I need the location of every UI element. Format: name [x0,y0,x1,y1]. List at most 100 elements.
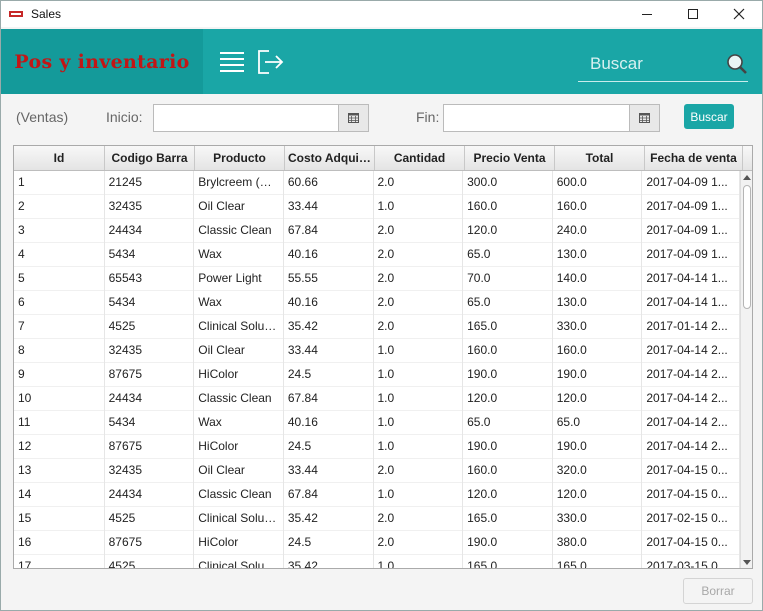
cell-producto: Wax [194,291,284,315]
vertical-scrollbar[interactable] [740,171,752,568]
scrollbar-thumb[interactable] [743,185,751,309]
cell-precio-venta: 190.0 [463,531,553,555]
cell-cantidad: 2.0 [374,291,464,315]
cell-precio-venta: 70.0 [463,267,553,291]
cell-fecha-venta: 2017-04-14 2... [642,411,740,435]
table-row[interactable]: 5 65543 Power Light 55.55 2.0 70.0 140.0 2017-0… [14,267,740,291]
delete-button[interactable]: Borrar [683,578,753,604]
cell-cantidad: 1.0 [374,555,464,568]
table-row[interactable]: 1 21245 Brylcreem (Red) 60.66 2.0 300.0 600.0 2… [14,171,740,195]
cell-total: 380.0 [553,531,643,555]
table-row[interactable]: 10 24434 Classic Clean 67.84 1.0 120.0 120.0 20… [14,387,740,411]
cell-precio-venta: 65.0 [463,411,553,435]
cell-total: 190.0 [553,435,643,459]
cell-codigo-barra: 4525 [105,315,195,339]
cell-fecha-venta: 2017-03-15 0... [642,555,740,568]
cell-id: 16 [14,531,105,555]
cell-producto: Brylcreem (Red) [194,171,284,195]
close-button[interactable] [716,1,762,27]
table-row[interactable]: 13 32435 Oil Clear 33.44 2.0 160.0 320.0 2017-0… [14,459,740,483]
cell-codigo-barra: 87675 [105,435,195,459]
cell-producto: Wax [194,411,284,435]
cell-total: 120.0 [553,483,643,507]
cell-codigo-barra: 24434 [105,219,195,243]
column-header-cantidad[interactable]: Cantidad [375,146,465,170]
cell-codigo-barra: 32435 [105,339,195,363]
hamburger-menu-icon[interactable] [219,49,245,75]
start-calendar-button[interactable] [338,105,368,131]
scroll-down-arrow-icon[interactable] [743,560,751,565]
table-row[interactable]: 6 5434 Wax 40.16 2.0 65.0 130.0 2017-04-14 1... [14,291,740,315]
cell-total: 165.0 [553,555,643,568]
table-row[interactable]: 11 5434 Wax 40.16 1.0 65.0 65.0 2017-04-14 2... [14,411,740,435]
table-row[interactable]: 8 32435 Oil Clear 33.44 1.0 160.0 160.0 2017-04… [14,339,740,363]
end-date-label: Fin: [416,109,440,125]
table-row[interactable]: 15 4525 Clinical Soluti... 35.42 2.0 165.0 330… [14,507,740,531]
close-icon [733,8,745,20]
column-header-costo-adquisicion[interactable]: Costo Adquis... [285,146,375,170]
cell-total: 330.0 [553,315,643,339]
table-row[interactable]: 16 87675 HiColor 24.5 2.0 190.0 380.0 2017-04-1… [14,531,740,555]
cell-total: 190.0 [553,363,643,387]
cell-costo-adquisicion: 55.55 [284,267,374,291]
cell-id: 8 [14,339,105,363]
cell-costo-adquisicion: 33.44 [284,339,374,363]
cell-codigo-barra: 5434 [105,291,195,315]
minimize-button[interactable] [624,1,670,27]
cell-costo-adquisicion: 24.5 [284,531,374,555]
cell-fecha-venta: 2017-04-14 2... [642,387,740,411]
column-header-fecha-venta[interactable]: Fecha de venta [645,146,743,170]
minimize-icon [642,14,652,15]
table-row[interactable]: 7 4525 Clinical Soluti... 35.42 2.0 165.0 330.… [14,315,740,339]
cell-total: 160.0 [553,339,643,363]
column-header-codigo-barra[interactable]: Codigo Barra [105,146,195,170]
column-header-id[interactable]: Id [14,146,105,170]
cell-id: 11 [14,411,105,435]
search-input[interactable] [578,51,732,77]
cell-total: 120.0 [553,387,643,411]
table-body: 1 21245 Brylcreem (Red) 60.66 2.0 300.0 600.0 2… [14,171,740,568]
table-row[interactable]: 17 4525 Clinical Soluti... 35.42 1.0 165.0 165… [14,555,740,568]
cell-id: 14 [14,483,105,507]
cell-costo-adquisicion: 60.66 [284,171,374,195]
search-icon[interactable] [726,53,748,75]
app-header: Pos y inventario [1,29,762,94]
cell-producto: Oil Clear [194,195,284,219]
cell-costo-adquisicion: 33.44 [284,459,374,483]
cell-precio-venta: 160.0 [463,459,553,483]
cell-id: 10 [14,387,105,411]
search-box [578,47,748,82]
column-header-total[interactable]: Total [555,146,645,170]
end-date-input[interactable] [444,105,629,131]
cell-precio-venta: 165.0 [463,315,553,339]
column-header-producto[interactable]: Producto [195,146,285,170]
cell-precio-venta: 165.0 [463,555,553,568]
brand-title: Pos y inventario [14,50,190,73]
table-row[interactable]: 4 5434 Wax 40.16 2.0 65.0 130.0 2017-04-09 1... [14,243,740,267]
end-calendar-button[interactable] [629,105,659,131]
cell-id: 13 [14,459,105,483]
logout-icon[interactable] [257,49,285,75]
table-row[interactable]: 14 24434 Classic Clean 67.84 1.0 120.0 120.0 20… [14,483,740,507]
cell-fecha-venta: 2017-04-14 2... [642,339,740,363]
cell-codigo-barra: 24434 [105,387,195,411]
table-row[interactable]: 3 24434 Classic Clean 67.84 2.0 120.0 240.0 201… [14,219,740,243]
cell-costo-adquisicion: 33.44 [284,195,374,219]
table-row[interactable]: 9 87675 HiColor 24.5 1.0 190.0 190.0 2017-04-14… [14,363,740,387]
maximize-button[interactable] [670,1,716,27]
scroll-up-arrow-icon[interactable] [743,175,751,180]
cell-total: 330.0 [553,507,643,531]
sales-table: Id Codigo Barra Producto Costo Adquis... Can… [13,145,753,569]
table-row[interactable]: 2 32435 Oil Clear 33.44 1.0 160.0 160.0 2017-04… [14,195,740,219]
table-row[interactable]: 12 87675 HiColor 24.5 1.0 190.0 190.0 2017-04-1… [14,435,740,459]
cell-fecha-venta: 2017-04-09 1... [642,171,740,195]
cell-codigo-barra: 24434 [105,483,195,507]
cell-costo-adquisicion: 40.16 [284,291,374,315]
column-header-precio-venta[interactable]: Precio Venta [465,146,555,170]
cell-precio-venta: 165.0 [463,507,553,531]
search-dates-button[interactable]: Buscar [684,104,734,129]
cell-precio-venta: 120.0 [463,483,553,507]
cell-costo-adquisicion: 35.42 [284,555,374,568]
cell-codigo-barra: 5434 [105,411,195,435]
start-date-input[interactable] [154,105,338,131]
